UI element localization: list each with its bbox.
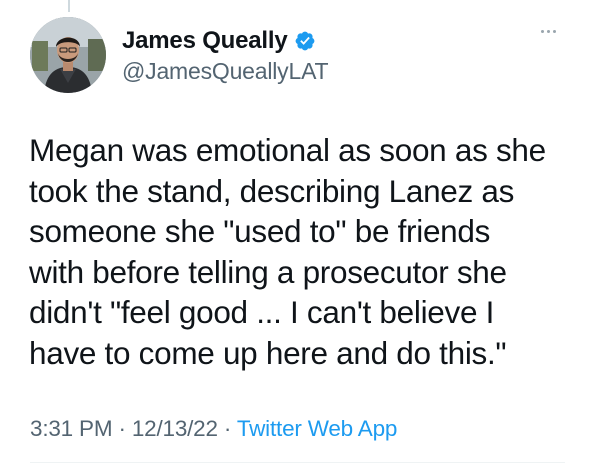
- profile-photo: [30, 17, 106, 93]
- thread-connector-line: [68, 0, 70, 12]
- verified-badge-icon: [294, 30, 316, 52]
- more-options-icon[interactable]: [541, 30, 556, 33]
- author-display-name[interactable]: James Queally: [122, 27, 288, 55]
- author-avatar[interactable]: [30, 17, 106, 93]
- tweet-date[interactable]: 12/13/22: [132, 416, 218, 441]
- author-handle[interactable]: @JamesQueallyLAT: [122, 58, 329, 85]
- divider: [30, 462, 565, 463]
- tweet-source-link[interactable]: Twitter Web App: [237, 416, 398, 441]
- tweet-text: Megan was emotional as soon as she took …: [29, 132, 546, 371]
- author-block: James Queally @JamesQueallyLAT: [122, 26, 329, 85]
- tweet-metadata: 3:31 PM · 12/13/22 · Twitter Web App: [30, 416, 397, 442]
- author-name-row: James Queally: [122, 26, 328, 56]
- meta-separator: ·: [118, 416, 126, 441]
- meta-separator: ·: [223, 416, 232, 441]
- tweet-time[interactable]: 3:31 PM: [30, 416, 113, 441]
